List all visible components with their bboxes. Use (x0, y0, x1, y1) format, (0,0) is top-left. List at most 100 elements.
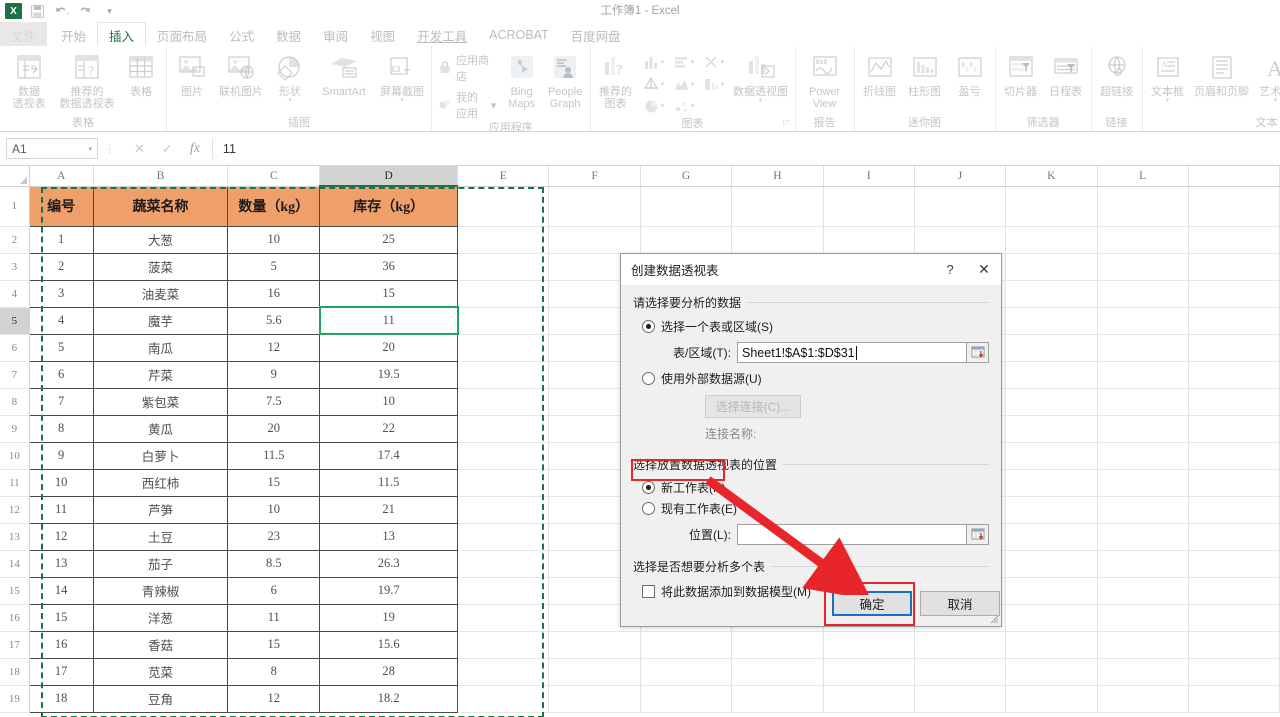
people-graph-button[interactable]: People Graph (544, 48, 587, 110)
empty-cell[interactable] (1097, 685, 1189, 713)
empty-cell[interactable] (640, 631, 733, 659)
empty-cell[interactable] (640, 186, 733, 227)
table-data-cell[interactable]: 12 (28, 522, 94, 551)
screenshot-button[interactable]: 屏幕截图 ▾ (376, 48, 428, 104)
pivot-chart-caret-icon[interactable]: ▾ (759, 97, 763, 104)
table-data-cell[interactable]: 15 (28, 603, 94, 632)
empty-cell[interactable] (1097, 604, 1189, 632)
table-data-cell[interactable]: 21 (319, 495, 459, 524)
table-data-cell[interactable]: 1 (28, 225, 94, 254)
empty-cell[interactable] (1005, 523, 1098, 551)
empty-cell[interactable] (823, 685, 915, 713)
table-data-cell[interactable]: 10 (319, 387, 459, 416)
location-input[interactable] (737, 524, 967, 545)
empty-cell[interactable] (548, 226, 641, 254)
store-button[interactable]: 应用商店 (435, 52, 499, 84)
empty-cell[interactable] (914, 226, 1007, 254)
empty-cell[interactable] (1097, 550, 1189, 578)
table-data-cell[interactable]: 10 (227, 495, 321, 524)
empty-cell[interactable] (1188, 469, 1280, 497)
row-header-8[interactable]: 8 (0, 388, 30, 416)
name-box[interactable]: A1 ▾ (6, 138, 98, 159)
empty-cell[interactable] (1188, 253, 1280, 281)
empty-cell[interactable] (1097, 226, 1189, 254)
empty-cell[interactable] (457, 685, 550, 713)
table-data-cell[interactable]: 19.7 (319, 576, 459, 605)
sparkline-line-button[interactable]: 折线图 (858, 48, 902, 98)
row-header-11[interactable]: 11 (0, 469, 30, 497)
row-header-10[interactable]: 10 (0, 442, 30, 470)
table-data-cell[interactable]: 15.6 (319, 630, 459, 659)
table-data-cell[interactable]: 苋菜 (92, 657, 229, 686)
table-data-cell[interactable]: 豆角 (92, 684, 229, 713)
table-data-cell[interactable]: 香菇 (92, 630, 229, 659)
text-box-button[interactable]: A 文本框 ▾ (1146, 48, 1190, 104)
table-data-cell[interactable]: 4 (28, 306, 94, 335)
select-all-corner[interactable] (0, 166, 30, 187)
radio-existing-worksheet[interactable]: 现有工作表(E) (642, 500, 989, 517)
table-data-cell[interactable]: 茄子 (92, 549, 229, 578)
column-header-L[interactable]: L (1097, 166, 1189, 187)
table-data-cell[interactable]: 5 (28, 333, 94, 362)
tab-formulas[interactable]: 公式 (218, 22, 265, 46)
online-picture-button[interactable]: 联机图片 (215, 48, 267, 98)
table-data-cell[interactable]: 15 (227, 468, 321, 497)
scatter-chart-caret-icon[interactable]: ▾ (721, 58, 725, 66)
table-data-cell[interactable]: 28 (319, 657, 459, 686)
tab-acrobat[interactable]: ACROBAT (478, 22, 560, 46)
table-data-cell[interactable]: 12 (227, 684, 321, 713)
table-data-cell[interactable]: 16 (227, 279, 321, 308)
column-header-G[interactable]: G (640, 166, 733, 187)
empty-cell[interactable] (1005, 388, 1098, 416)
row-header-19[interactable]: 19 (0, 685, 30, 713)
empty-cell[interactable] (457, 307, 550, 335)
pie-chart-caret-icon[interactable]: ▾ (661, 102, 665, 110)
empty-cell[interactable] (823, 186, 915, 227)
empty-cell[interactable] (1188, 307, 1280, 335)
tab-baidu-netdisk[interactable]: 百度网盘 (560, 22, 632, 46)
charts-dialog-launcher-icon[interactable]: ◸ (783, 116, 789, 130)
empty-cell[interactable] (548, 685, 641, 713)
row-header-15[interactable]: 15 (0, 577, 30, 605)
empty-cell[interactable] (1097, 388, 1189, 416)
empty-cell[interactable] (1188, 186, 1280, 227)
hierarchy-chart-button[interactable]: ▾ (699, 73, 729, 95)
empty-cell[interactable] (823, 658, 915, 686)
row-header-5[interactable]: 5 (0, 307, 30, 335)
empty-cell[interactable] (1188, 496, 1280, 524)
table-data-cell[interactable]: 菠菜 (92, 252, 229, 281)
empty-cell[interactable] (457, 253, 550, 281)
table-data-cell[interactable]: 洋葱 (92, 603, 229, 632)
row-header-13[interactable]: 13 (0, 523, 30, 551)
empty-cell[interactable] (1188, 631, 1280, 659)
empty-cell[interactable] (1188, 685, 1280, 713)
bubble-chart-button[interactable]: ▾ (669, 95, 699, 117)
column-header-C[interactable]: C (227, 166, 321, 187)
table-data-cell[interactable]: 10 (28, 468, 94, 497)
area-chart-button[interactable]: ▾ (669, 73, 699, 95)
pie-chart-button[interactable]: ▾ (639, 95, 669, 117)
row-header-7[interactable]: 7 (0, 361, 30, 389)
table-data-cell[interactable]: 11.5 (227, 441, 321, 470)
table-data-cell[interactable]: 12 (227, 333, 321, 362)
empty-cell[interactable] (914, 186, 1007, 227)
table-data-cell[interactable]: 17 (28, 657, 94, 686)
empty-cell[interactable] (914, 631, 1007, 659)
radio-table-range[interactable]: 选择一个表或区域(S) (642, 318, 989, 335)
empty-cell[interactable] (823, 631, 915, 659)
table-data-cell[interactable]: 26.3 (319, 549, 459, 578)
bar-chart-button[interactable]: ▾ (669, 51, 699, 73)
empty-cell[interactable] (1005, 604, 1098, 632)
empty-cell[interactable] (1097, 361, 1189, 389)
table-data-cell[interactable]: 魔芋 (92, 306, 229, 335)
row-header-16[interactable]: 16 (0, 604, 30, 632)
empty-cell[interactable] (457, 415, 550, 443)
area-chart-caret-icon[interactable]: ▾ (691, 80, 695, 88)
shapes-caret-icon[interactable]: ▾ (288, 97, 292, 104)
empty-cell[interactable] (1188, 388, 1280, 416)
table-data-cell[interactable]: 19 (319, 603, 459, 632)
table-data-cell[interactable]: 2 (28, 252, 94, 281)
table-data-cell[interactable]: 青辣椒 (92, 576, 229, 605)
empty-cell[interactable] (1188, 658, 1280, 686)
shapes-button[interactable]: 形状 ▾ (268, 48, 312, 104)
